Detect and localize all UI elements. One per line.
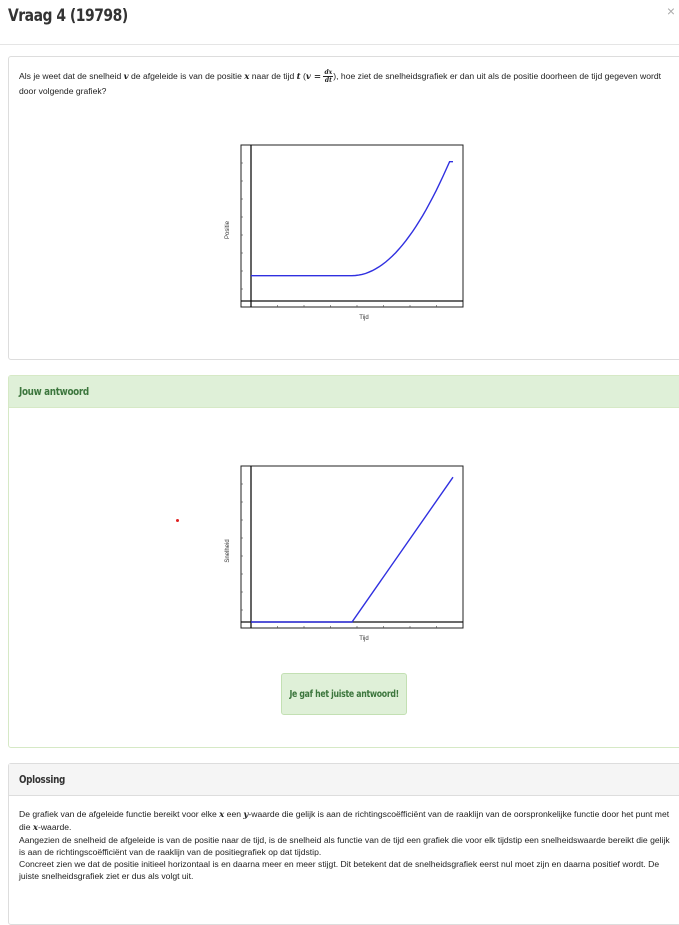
solution-body: De grafiek van de afgeleide functie bere… (9, 796, 679, 882)
math-equation-lhs: v = (305, 72, 322, 82)
solution-text-segment: een (224, 809, 244, 819)
math-fraction: dx dt (323, 69, 334, 85)
title-divider (0, 44, 679, 45)
solution-header: Oplossing (9, 764, 679, 796)
solution-paragraph: Concreet zien we dat de positie initieel… (19, 859, 660, 881)
x-axis-label: Tijd (359, 636, 368, 642)
modal-title: Vraag 4 (19798) (8, 6, 128, 26)
data-series-line (251, 476, 454, 623)
solution-text-segment: -waarde. (37, 822, 72, 832)
feedback-label: Je gaf het juiste antwoord! (289, 688, 399, 700)
y-axis-label: Snelheid (225, 539, 231, 562)
correct-answer-badge: Je gaf het juiste antwoord! (281, 673, 407, 715)
plot-frame (240, 465, 464, 629)
plot-frame (240, 144, 464, 308)
position-chart: Tijd Positie (225, 144, 464, 321)
fraction-numerator: dx (323, 69, 334, 78)
solution-paragraph: De grafiek van de afgeleide functie bere… (19, 808, 671, 834)
solution-header-label: Oplossing (19, 773, 66, 786)
velocity-chart: Tijd Snelheid (225, 465, 464, 642)
question-text-segment: naar de tijd (249, 71, 297, 81)
question-text-segment: de afgeleide is van de positie (128, 71, 245, 81)
answer-header-label: Jouw antwoord (19, 385, 89, 398)
answer-header: Jouw antwoord (9, 376, 679, 408)
question-text-segment: Als je weet dat de snelheid (19, 71, 124, 81)
y-axis-label: Positie (225, 220, 231, 239)
solution-text-segment: De grafiek van de afgeleide functie bere… (19, 809, 220, 819)
question-text: Als je weet dat de snelheid v de afgelei… (19, 69, 669, 98)
close-icon[interactable]: × (667, 3, 675, 19)
answer-card: Jouw antwoord Tijd Snelheid Je gaf het ju… (8, 375, 679, 748)
x-axis-label: Tijd (359, 315, 368, 321)
data-series-line (251, 161, 453, 277)
marker-dot (176, 519, 179, 522)
fraction-denominator: dt (324, 77, 332, 85)
question-card: Als je weet dat de snelheid v de afgelei… (8, 56, 679, 360)
solution-card: Oplossing De grafiek van de afgeleide fu… (8, 763, 679, 925)
solution-paragraph: Aangezien de snelheid de afgeleide is va… (19, 835, 670, 857)
